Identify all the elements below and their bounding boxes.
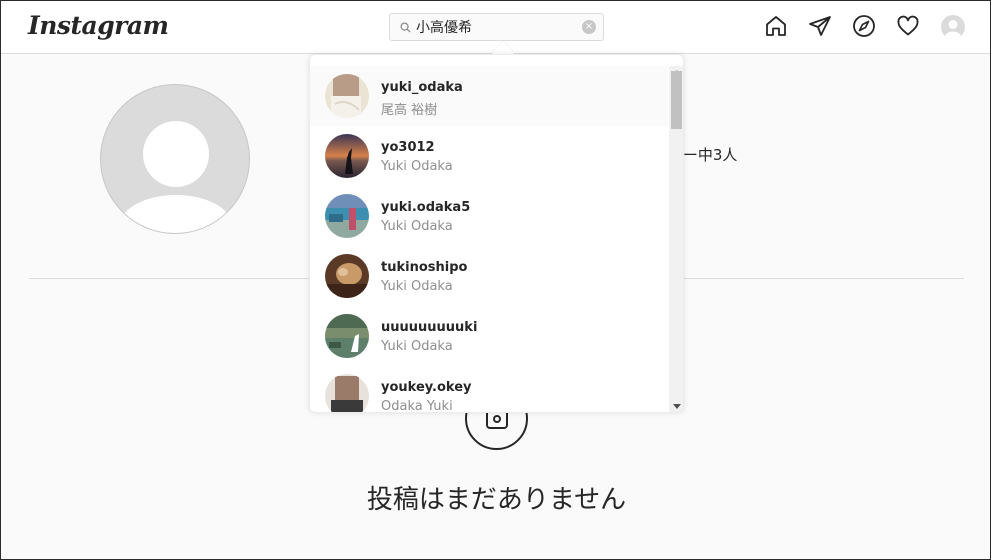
search-result-item[interactable]: yo3012 Yuki Odaka xyxy=(310,126,668,186)
scroll-down-arrow-icon[interactable] xyxy=(673,404,681,409)
camera-lens xyxy=(493,415,501,423)
scrollbar-thumb[interactable] xyxy=(671,71,682,129)
search-results-dropdown: yuki_odaka 尾高 裕樹 yo3012 Yuki Odaka yuki.… xyxy=(309,54,684,413)
no-posts-message: 投稿はまだありません xyxy=(366,485,627,515)
result-username: yuki.odaka5 xyxy=(381,200,471,215)
result-username: yo3012 xyxy=(381,140,435,155)
instagram-logo[interactable]: Instagram xyxy=(28,11,169,40)
result-avatar xyxy=(325,314,369,358)
profile-stat-text: ]ー中3人 xyxy=(677,146,738,164)
result-username: youkey.okey xyxy=(381,380,472,395)
profile-avatar-button[interactable] xyxy=(941,15,965,39)
result-full-name: 尾高 裕樹 xyxy=(381,103,438,118)
result-avatar xyxy=(325,194,369,238)
result-full-name: Yuki Odaka xyxy=(381,159,453,174)
result-full-name: Yuki Odaka xyxy=(381,219,453,234)
profile-picture[interactable] xyxy=(100,84,250,234)
result-avatar xyxy=(325,254,369,298)
result-avatar xyxy=(325,374,369,412)
result-full-name: Yuki Odaka xyxy=(381,339,453,354)
result-username: tukinoshipo xyxy=(381,260,468,275)
direct-message-icon[interactable] xyxy=(808,14,832,38)
home-icon[interactable] xyxy=(764,14,788,38)
search-icon xyxy=(400,22,411,33)
result-username: yuki_odaka xyxy=(381,80,463,95)
default-avatar-icon xyxy=(119,121,233,233)
search-result-item[interactable]: uuuuuuuuuki Yuki Odaka xyxy=(310,306,668,366)
search-result-item[interactable]: yuki_odaka 尾高 裕樹 xyxy=(310,66,668,126)
search-result-item[interactable]: tukinoshipo Yuki Odaka xyxy=(310,246,668,306)
result-full-name: Odaka Yuki xyxy=(381,399,453,413)
search-box[interactable]: × xyxy=(389,13,604,41)
results-scrollbar[interactable] xyxy=(669,66,683,412)
search-result-item[interactable]: yuki.odaka5 Yuki Odaka xyxy=(310,186,668,246)
result-username: uuuuuuuuuki xyxy=(381,320,478,335)
explore-compass-icon[interactable] xyxy=(852,14,876,38)
top-navigation-bar: Instagram × xyxy=(1,1,990,54)
search-result-item[interactable]: youkey.okey Odaka Yuki xyxy=(310,366,668,413)
result-full-name: Yuki Odaka xyxy=(381,279,453,294)
clear-search-button[interactable]: × xyxy=(582,20,596,34)
default-avatar-icon xyxy=(945,20,961,39)
result-avatar xyxy=(325,74,369,118)
search-results-list: yuki_odaka 尾高 裕樹 yo3012 Yuki Odaka yuki.… xyxy=(310,66,668,413)
search-input[interactable] xyxy=(416,17,576,37)
activity-heart-icon[interactable] xyxy=(896,14,920,38)
result-avatar xyxy=(325,134,369,178)
